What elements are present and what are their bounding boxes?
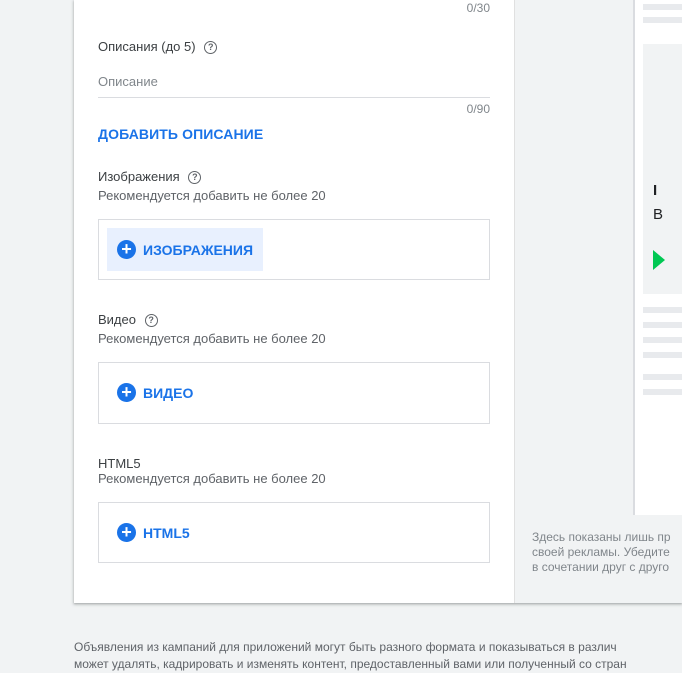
preview-subtitle: B	[653, 206, 664, 223]
add-images-label: ИЗОБРАЖЕНИЯ	[143, 241, 254, 258]
add-html5-button[interactable]: + HTML5	[107, 511, 200, 554]
footer-note: Объявления из кампаний для приложений мо…	[74, 639, 682, 673]
html5-upload-box: + HTML5	[98, 502, 490, 563]
preview-placeholder-line	[643, 4, 682, 10]
disclaimer-line: в сочетании друг с друго	[532, 560, 670, 574]
description-input-underline	[98, 97, 490, 98]
html5-hint: Рекомендуется добавить не более 20	[98, 471, 326, 486]
asset-form: 0/30 Описания (до 5) ? Описание 0/90 ДОБ…	[74, 0, 514, 603]
video-section: Видео ?	[98, 312, 158, 328]
preview-placeholder-line	[643, 322, 682, 328]
plus-circle-icon: +	[117, 240, 136, 259]
preview-placeholder-line	[643, 307, 682, 313]
descriptions-section: Описания (до 5) ?	[98, 39, 218, 55]
video-upload-box: + ВИДЕО	[98, 362, 490, 424]
plus-circle-icon: +	[117, 523, 136, 542]
preview-placeholder-line	[643, 389, 682, 395]
description-input[interactable]: Описание	[98, 74, 158, 89]
preview-placeholder-line	[643, 337, 682, 343]
help-circle-icon[interactable]: ?	[188, 171, 202, 185]
images-label: Изображения	[98, 169, 180, 184]
images-upload-box: + ИЗОБРАЖЕНИЯ	[98, 219, 490, 280]
disclaimer-line: Здесь показаны лишь пр	[532, 530, 671, 544]
add-video-button[interactable]: + ВИДЕО	[107, 371, 203, 414]
add-video-label: ВИДЕО	[143, 384, 194, 401]
html5-label: HTML5	[98, 456, 141, 471]
images-hint: Рекомендуется добавить не более 20	[98, 188, 326, 203]
add-description-button[interactable]: ДОБАВИТЬ ОПИСАНИЕ	[98, 126, 263, 142]
google-play-icon	[653, 250, 665, 270]
preview-placeholder-line	[643, 352, 682, 358]
plus-circle-icon: +	[117, 383, 136, 402]
preview-placeholder-line	[643, 17, 682, 23]
phone-preview: I B	[633, 0, 682, 515]
footer-line: может удалять, кадрировать и изменять ко…	[74, 657, 627, 671]
footer-line: Объявления из кампаний для приложений мо…	[74, 640, 617, 654]
add-html5-label: HTML5	[143, 524, 190, 541]
preview-disclaimer: Здесь показаны лишь пр своей рекламы. Уб…	[532, 530, 682, 575]
description-char-counter: 0/90	[466, 102, 490, 116]
asset-editor-card: 0/30 Описания (до 5) ? Описание 0/90 ДОБ…	[74, 0, 682, 603]
headline-char-counter: 0/30	[466, 1, 490, 15]
help-circle-icon[interactable]: ?	[204, 41, 218, 55]
help-circle-icon[interactable]: ?	[144, 314, 158, 328]
ad-preview-panel: I B Здесь показаны лишь пр своей рекламы…	[514, 0, 682, 603]
descriptions-label: Описания (до 5)	[98, 39, 196, 54]
add-images-button[interactable]: + ИЗОБРАЖЕНИЯ	[107, 228, 264, 271]
preview-title: I	[653, 182, 658, 199]
disclaimer-line: своей рекламы. Убедите	[532, 545, 670, 559]
video-hint: Рекомендуется добавить не более 20	[98, 331, 326, 346]
preview-placeholder-line	[643, 374, 682, 380]
video-label: Видео	[98, 312, 136, 327]
images-section: Изображения ?	[98, 169, 202, 185]
